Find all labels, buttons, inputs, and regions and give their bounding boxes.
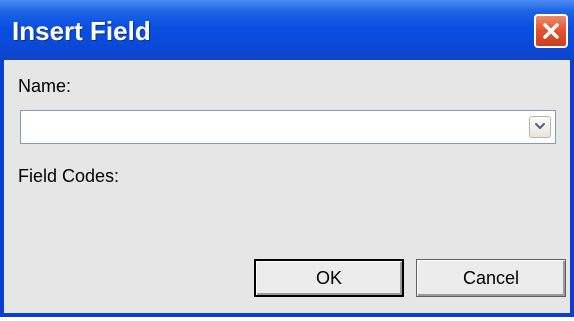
name-dropdown-button[interactable] <box>529 116 551 138</box>
ok-button[interactable]: OK <box>254 259 404 297</box>
name-label: Name: <box>18 76 72 96</box>
dialog-body: Name: Field Codes: OK Cancel <box>4 60 570 313</box>
title-bar[interactable]: Insert Field <box>0 0 574 61</box>
name-combobox[interactable] <box>20 110 556 144</box>
close-button[interactable] <box>534 14 568 48</box>
insert-field-dialog: Insert Field Name: Field Codes: OK Cance… <box>0 0 574 317</box>
name-input[interactable] <box>25 115 521 139</box>
dialog-title: Insert Field <box>12 16 151 46</box>
field-codes-label: Field Codes: <box>18 166 120 186</box>
chevron-down-icon <box>534 118 546 136</box>
close-icon <box>541 21 561 41</box>
cancel-button[interactable]: Cancel <box>416 259 566 297</box>
